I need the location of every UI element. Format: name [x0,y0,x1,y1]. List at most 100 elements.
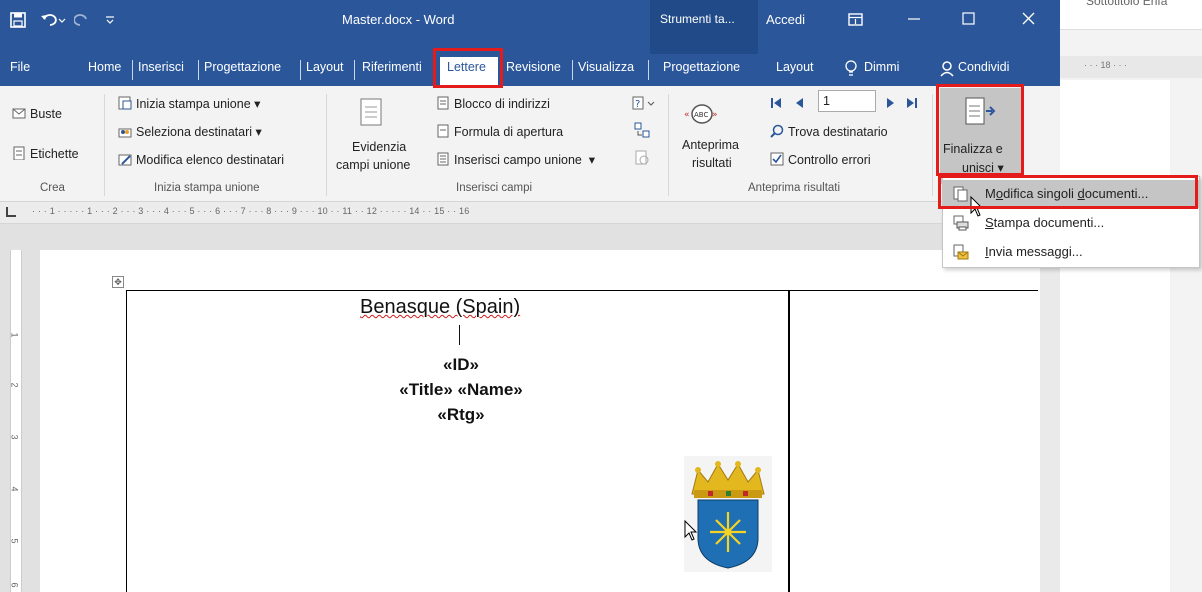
edit-recipient-list-label: Modifica elenco destinatari [136,153,284,167]
greeting-line-icon [437,124,449,138]
rules-icon[interactable]: ? [632,96,656,112]
context-tab-header [650,0,758,54]
envelopes-label: Buste [30,107,62,121]
vruler-number: 6 [9,582,20,588]
tab-file[interactable]: File [10,60,30,74]
vruler-number: 1 [9,332,20,338]
vruler-number: 3 [9,434,20,440]
tab-progettazione-tabella[interactable]: Progettazione [663,60,740,74]
share-person-icon[interactable] [940,60,956,78]
merge-fields-block[interactable]: «ID» «Title» «Name» «Rtg» [360,352,562,427]
redo-icon[interactable] [74,12,90,28]
match-fields-icon[interactable] [634,122,650,138]
share-button[interactable]: Condividi [958,60,1009,74]
select-recipients-button[interactable]: Seleziona destinatari ▾ [118,124,262,139]
tab-separator [648,60,649,80]
close-icon[interactable] [1022,12,1036,26]
label-part: tampa documenti... [993,215,1105,230]
table-move-handle-icon[interactable]: ✥ [112,276,124,288]
tab-layout[interactable]: Layout [306,60,344,74]
svg-text:ABC: ABC [694,111,708,119]
ribbon-display-icon[interactable] [848,12,864,28]
heading-text: Benasque (Spain) [360,296,521,318]
preview-results-icon[interactable]: ABC « » [684,102,720,126]
address-block-button[interactable]: Blocco di indirizzi [436,96,550,111]
greeting-line-button[interactable]: Formula di apertura [436,124,563,139]
ruler-ticks: · · · 1 · · · · · 1 · · · 2 · · · 3 · · … [32,206,470,216]
tab-visualizza[interactable]: Visualizza [578,60,634,74]
search-icon [770,124,784,138]
find-recipient-label: Trova destinatario [788,125,888,139]
background-ruler-text: · · · 18 · · · [1084,60,1127,70]
context-tab-label: Strumenti ta... [660,12,735,26]
svg-text:»: » [712,110,718,120]
tab-separator [132,60,133,80]
lightbulb-icon[interactable] [844,60,858,78]
tell-me-box[interactable]: Dimmi [864,60,899,74]
tab-home[interactable]: Home [88,60,121,74]
check-errors-icon [770,152,784,166]
title-bar: Master.docx - Word Strumenti ta... Acced… [0,0,1060,54]
signin-link[interactable]: Accedi [766,12,805,27]
undo-icon[interactable] [40,12,66,28]
email-icon [953,244,969,260]
highlight-box-edit-documents [938,175,1198,209]
highlight-fields-icon[interactable] [360,98,384,128]
background-page [1060,80,1170,592]
last-record-icon[interactable] [906,96,918,110]
minimize-icon[interactable] [908,18,922,22]
greeting-line-label: Formula di apertura [454,125,564,139]
coat-of-arms-image[interactable] [684,456,772,572]
first-record-icon[interactable] [770,96,782,110]
labels-icon [13,146,25,160]
merge-field-id: «ID» [443,355,479,374]
label-accelerator: S [985,215,994,230]
tab-separator [198,60,199,80]
document-heading[interactable]: Benasque (Spain) [360,296,520,319]
tab-separator [300,60,301,80]
svg-text:?: ? [635,99,640,110]
previous-record-icon[interactable] [794,96,804,110]
tab-layout-tabella[interactable]: Layout [776,60,814,74]
highlight-fields-label-2: campi unione [336,158,411,172]
customize-toolbar-icon[interactable] [104,14,116,26]
insert-merge-field-button[interactable]: Inserisci campo unione ▾ [436,152,595,167]
labels-button[interactable]: Etichette [12,146,79,161]
background-window: Sottotitolo Enfa · · · 18 · · · [1060,0,1202,592]
envelopes-button[interactable]: Buste [12,106,62,121]
find-recipient-button[interactable]: Trova destinatario [770,124,888,139]
recipients-icon [118,128,132,138]
update-labels-icon[interactable] [634,150,650,166]
tab-selector-icon[interactable] [6,207,16,217]
tab-riferimenti[interactable]: Riferimenti [362,60,422,74]
check-errors-label: Controllo errori [788,153,871,167]
group-anteprima-risultati: Anteprima risultati [748,182,841,194]
tab-revisione[interactable]: Revisione [506,60,561,74]
ribbon-tabs: File Home Inserisci Progettazione Layout… [0,54,1060,86]
tab-progettazione[interactable]: Progettazione [204,60,281,74]
mouse-pointer-icon [684,520,698,541]
ribbon-lettere: Buste Etichette Crea Inizia stampa union… [0,86,1060,202]
check-errors-button[interactable]: Controllo errori [770,152,871,167]
highlight-box-lettere-tab [433,48,503,88]
menu-item-label: Invia messaggi... [985,244,1083,259]
preview-results-label-2: risultati [692,156,732,170]
next-record-icon[interactable] [886,96,896,110]
maximize-icon[interactable] [962,12,976,26]
labels-label: Etichette [30,147,79,161]
vertical-scrollbar[interactable] [1040,250,1060,592]
save-icon[interactable] [10,12,26,28]
vruler-number: 4 [9,486,20,492]
vertical-ruler: 1 2 3 4 5 6 [10,250,22,592]
menu-item-send-email[interactable]: Invia messaggi... [943,238,1199,266]
record-number-field[interactable]: 1 [818,90,876,112]
group-separator [326,94,327,196]
background-ruler: · · · 18 · · · [1060,56,1202,78]
merge-field-rtg: «Rtg» [437,405,485,424]
start-mail-merge-button[interactable]: Inizia stampa unione ▾ [118,96,260,111]
tab-inserisci[interactable]: Inserisci [138,60,184,74]
table-column-border [788,290,790,592]
vruler-number: 2 [9,382,20,388]
menu-item-label: Stampa documenti... [985,215,1104,230]
edit-recipient-list-button[interactable]: Modifica elenco destinatari [118,152,284,167]
